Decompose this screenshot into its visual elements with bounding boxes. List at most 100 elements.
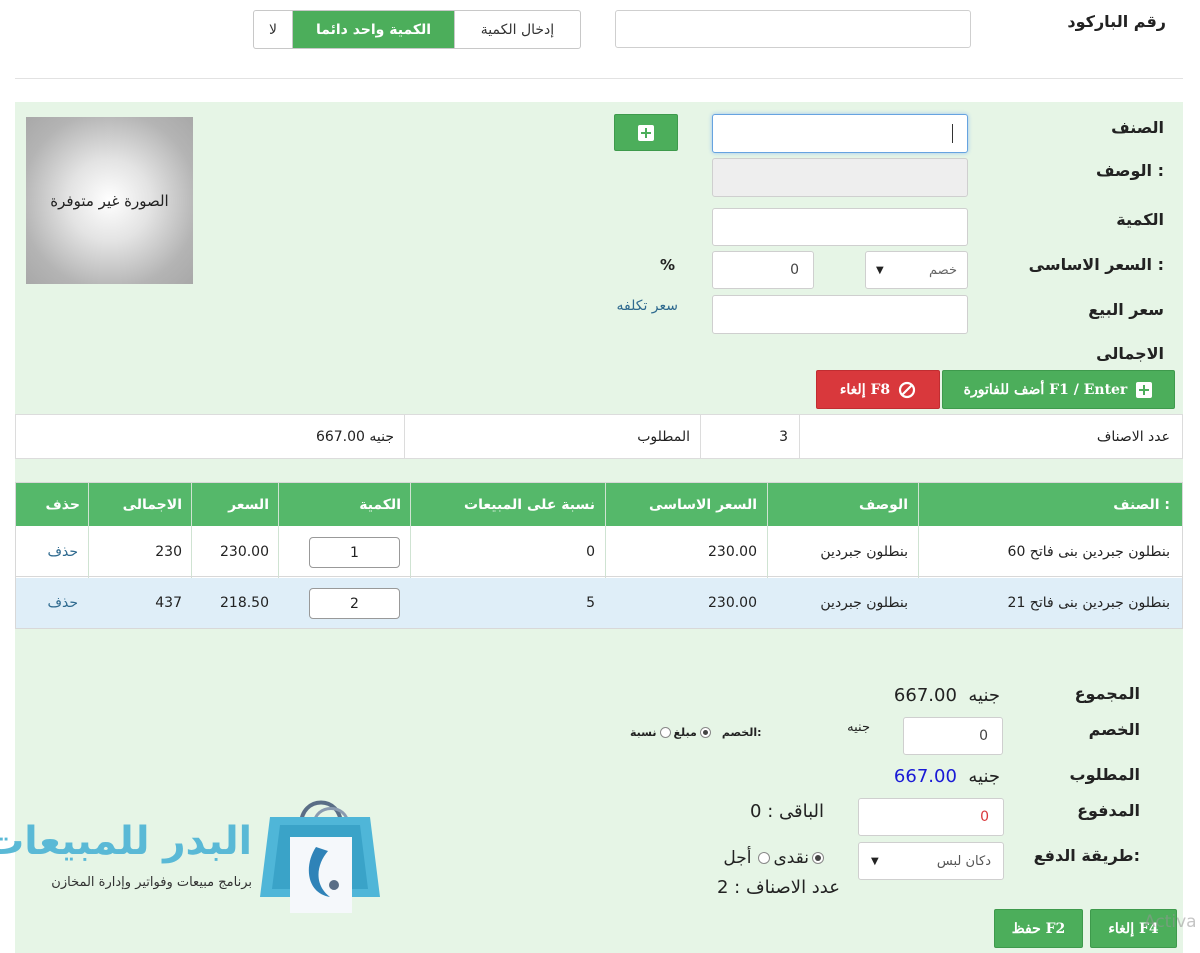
- qty-input[interactable]: [712, 208, 968, 246]
- discount-type-label: الخصم:: [721, 725, 762, 739]
- summary-required-label: المطلوب: [637, 428, 690, 445]
- save-invoice-button[interactable]: حفظ F2: [994, 909, 1083, 948]
- cancel-item-button[interactable]: إلغاء F8: [816, 370, 940, 409]
- row-qty-input[interactable]: 2: [309, 588, 400, 619]
- col-header-item: الصنف :: [1113, 496, 1170, 513]
- col-header-base-price: السعر الاساسى: [649, 496, 757, 513]
- row-delete-link[interactable]: حذف: [47, 578, 78, 628]
- payment-type-group: أجل نقدى: [660, 846, 824, 870]
- items-count-text: عدد الاصناف : 2: [716, 877, 840, 898]
- row-price: 218.50: [220, 595, 269, 611]
- discount-currency: جنيه: [847, 720, 870, 735]
- qty-label: الكمية: [1116, 210, 1164, 229]
- logo-title: البدر للمبيعات: [0, 819, 252, 864]
- discount-label: الخصم: [1088, 720, 1140, 739]
- qty-mode-enter[interactable]: إدخال الكمية: [454, 11, 580, 48]
- payment-store-value: دكان لبس: [936, 853, 991, 869]
- discount-value-input[interactable]: 0: [712, 251, 814, 289]
- total-label: الاجمالى: [1096, 344, 1164, 363]
- image-placeholder-text: الصورة غير متوفرة: [50, 191, 169, 210]
- row-total: 437: [155, 595, 182, 611]
- discount-type-select[interactable]: خصم ▼: [865, 251, 968, 289]
- percent-radio[interactable]: [659, 726, 671, 738]
- barcode-label: رقم الباركود: [1067, 12, 1166, 31]
- add-to-invoice-button[interactable]: أضف للفاتورة F1 / Enter: [942, 370, 1175, 409]
- payment-store-select[interactable]: دكان لبس ▼: [858, 842, 1004, 880]
- row-delete-link[interactable]: حذف: [47, 526, 78, 577]
- dropdown-arrow-icon: ▼: [876, 264, 884, 276]
- cash-option-label: نقدى: [773, 848, 809, 868]
- save-invoice-label: حفظ F2: [1011, 920, 1066, 937]
- required-label: المطلوب: [1069, 765, 1140, 784]
- summary-count-label: عدد الاصناف: [1096, 428, 1170, 445]
- discount-type-group: نسبة مبلغ الخصم:: [630, 722, 775, 742]
- row-qty-value: 2: [350, 595, 359, 612]
- sell-price-input[interactable]: [712, 295, 968, 334]
- ban-icon: [899, 381, 916, 398]
- percent-sign: %: [660, 256, 676, 274]
- sum-amount: جنيه 667.00: [850, 685, 1000, 706]
- payment-method-label: طريقة الدفع:: [1033, 846, 1140, 865]
- desc-field: [712, 158, 968, 197]
- col-header-qty: الكمية: [359, 496, 401, 513]
- qty-mode-always-one[interactable]: الكمية واحد دائما: [293, 11, 454, 48]
- invoice-table: الصنف : الوصف السعر الاساسى نسبة على الم…: [15, 482, 1183, 629]
- discount-type-value: خصم: [929, 262, 957, 278]
- row-total: 230: [155, 543, 182, 560]
- credit-option-label: أجل: [723, 848, 752, 868]
- plus-square-icon: [638, 124, 654, 141]
- base-price-label: السعر الاساسى :: [1028, 255, 1164, 274]
- add-item-button[interactable]: [614, 114, 678, 151]
- summary-required-value: 667.00 جنيه: [315, 428, 394, 445]
- required-currency: جنيه: [968, 766, 1000, 787]
- table-row: بنطلون جبردين بنى فاتح 60 بنطلون جبردين …: [16, 526, 1182, 577]
- row-item: بنطلون جبردين بنى فاتح 21: [1007, 595, 1170, 611]
- table-row: بنطلون جبردين بنى فاتح 21 بنطلون جبردين …: [16, 578, 1182, 628]
- row-sales-ratio: 5: [586, 595, 595, 611]
- summary-count-value: 3: [779, 428, 788, 445]
- qty-mode-no[interactable]: لا: [254, 11, 293, 48]
- cost-price-link[interactable]: سعر تكلفه: [560, 298, 678, 314]
- quantity-mode-toggle: لا الكمية واحد دائما إدخال الكمية: [253, 10, 581, 49]
- item-input[interactable]: [712, 114, 968, 153]
- percent-option-label: نسبة: [630, 725, 657, 739]
- amount-radio[interactable]: [699, 726, 711, 738]
- row-qty-input[interactable]: 1: [309, 537, 400, 568]
- col-header-total: الاجمالى: [122, 496, 182, 513]
- required-value: 667.00: [893, 766, 957, 787]
- cash-radio[interactable]: [812, 852, 824, 864]
- col-header-sales-ratio: نسبة على المبيعات: [464, 496, 595, 513]
- item-label: الصنف: [1111, 118, 1164, 137]
- add-to-invoice-label: أضف للفاتورة F1 / Enter: [963, 381, 1128, 398]
- total-discount-input[interactable]: [903, 717, 1003, 755]
- col-header-desc: الوصف: [858, 496, 908, 513]
- row-item: بنطلون جبردين بنى فاتح 60: [1007, 543, 1170, 560]
- item-image-placeholder: الصورة غير متوفرة: [26, 117, 193, 284]
- sum-currency: جنيه: [968, 685, 1000, 706]
- top-divider: [15, 78, 1183, 79]
- row-desc: بنطلون جبردين: [820, 595, 908, 611]
- row-price: 230.00: [220, 543, 269, 560]
- cancel-item-label: إلغاء F8: [839, 381, 891, 398]
- company-logo: البدر للمبيعات برنامج مبيعات وفواتير وإد…: [0, 785, 390, 925]
- sum-value: 667.00: [893, 685, 957, 706]
- dropdown-arrow-icon: ▼: [871, 855, 879, 867]
- watermark-text: Activa: [1144, 912, 1197, 932]
- logo-subtitle: برنامج مبيعات وفواتير وإدارة المخازن: [51, 875, 252, 890]
- row-base-price: 230.00: [708, 595, 757, 611]
- discount-value: 0: [790, 262, 799, 278]
- desc-label: الوصف :: [1095, 161, 1164, 180]
- col-header-delete: حذف: [45, 496, 80, 513]
- barcode-input[interactable]: [615, 10, 971, 48]
- summary-strip: عدد الاصناف 3 المطلوب 667.00 جنيه: [15, 414, 1183, 459]
- row-desc: بنطلون جبردين: [820, 543, 908, 560]
- row-qty-value: 1: [350, 544, 359, 561]
- credit-radio[interactable]: [758, 852, 771, 864]
- plus-square-icon: [1136, 381, 1153, 398]
- remaining-text: الباقى : 0: [750, 801, 824, 822]
- paid-input[interactable]: [858, 798, 1004, 836]
- required-amount: جنيه 667.00: [850, 766, 1000, 787]
- col-header-price: السعر: [228, 496, 269, 513]
- paid-label: المدفوع: [1077, 801, 1140, 820]
- row-sales-ratio: 0: [586, 543, 595, 560]
